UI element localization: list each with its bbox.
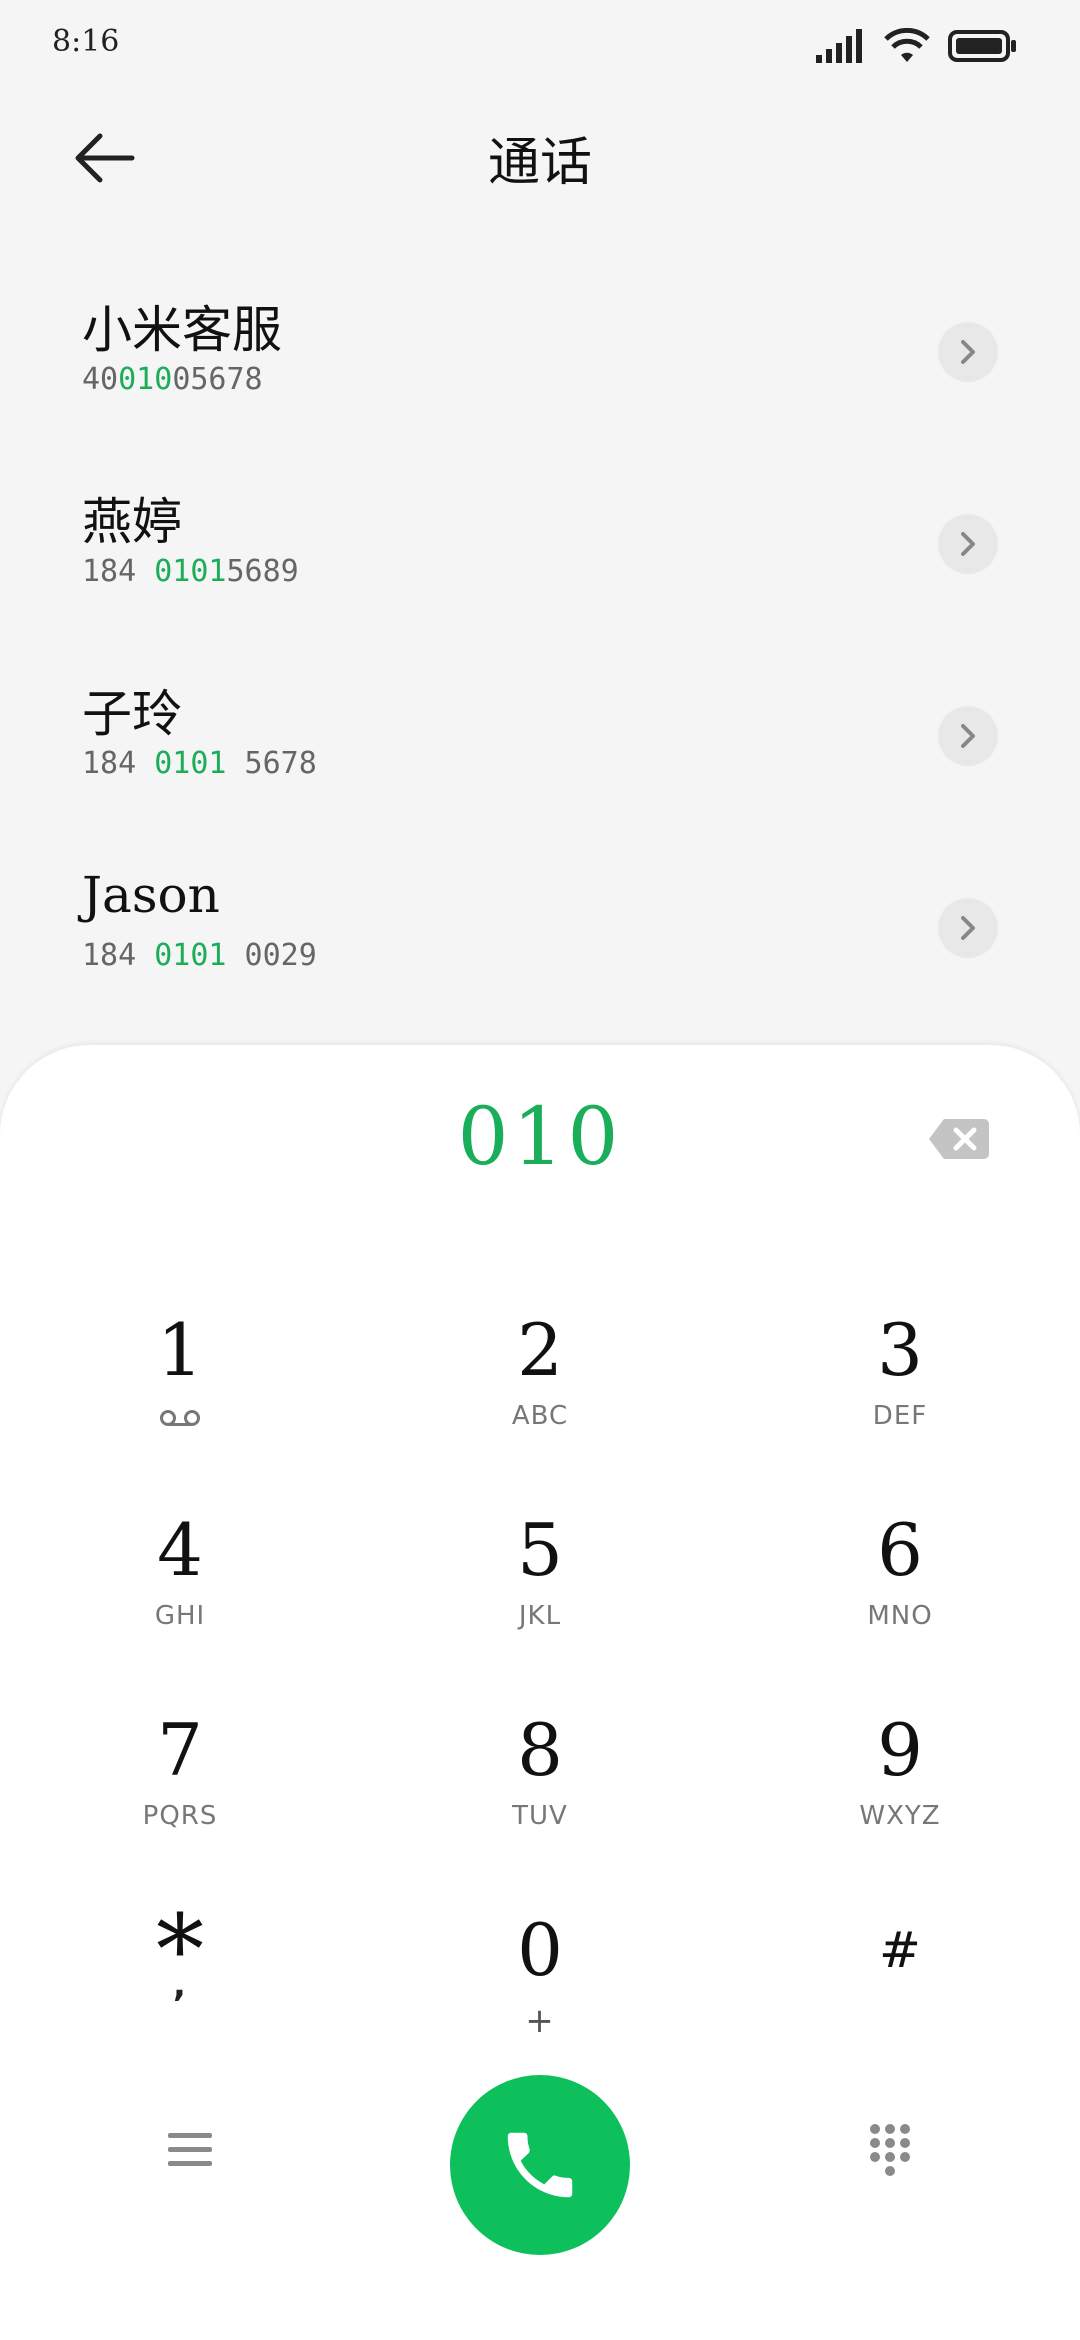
contact-detail-button[interactable] <box>938 322 998 382</box>
key-5[interactable]: 5 JKL <box>360 1485 720 1685</box>
key-digit: 6 <box>877 1508 923 1592</box>
key-digit: 0 <box>517 1908 563 1992</box>
key-letters: MNO <box>867 1601 933 1631</box>
contact-detail-button[interactable] <box>938 898 998 958</box>
key-letters: + <box>525 2001 555 2041</box>
key-7[interactable]: 7 PQRS <box>0 1685 360 1885</box>
number-part: 184 <box>82 554 155 589</box>
number-part: 184 <box>82 938 155 973</box>
menu-button[interactable] <box>160 2120 220 2180</box>
key-9[interactable]: 9 WXYZ <box>720 1685 1080 1885</box>
key-8[interactable]: 8 TUV <box>360 1685 720 1885</box>
key-hash[interactable]: # <box>720 1885 1080 2085</box>
key-6[interactable]: 6 MNO <box>720 1485 1080 1685</box>
key-digit: 5 <box>517 1508 563 1592</box>
keypad: 1 2 ABC 3 DEF 4 GHI 5 JKL 6 MNO 7 PQRS 8… <box>0 1285 1080 2085</box>
contact-item[interactable]: Jason 184 0101 0029 <box>0 838 1080 1030</box>
key-4[interactable]: 4 GHI <box>0 1485 360 1685</box>
menu-icon <box>168 2133 212 2166</box>
chevron-right-icon <box>961 724 975 748</box>
chevron-right-icon <box>961 340 975 364</box>
status-bar: 8:16 <box>0 0 1080 90</box>
number-part: 184 <box>82 746 155 781</box>
key-star[interactable]: * , <box>0 1885 360 2085</box>
voicemail-icon <box>160 1410 200 1426</box>
number-match: 0101 <box>154 746 227 781</box>
header: 通话 <box>0 100 1080 210</box>
signal-icon <box>816 29 862 63</box>
number-match: 010 <box>118 362 173 397</box>
backspace-button[interactable] <box>928 1117 990 1161</box>
contact-item[interactable]: 子玲 184 0101 5678 <box>0 646 1080 838</box>
contact-number: 4001005678 <box>82 362 263 397</box>
key-letters: PQRS <box>142 1801 218 1831</box>
number-part: 40 <box>82 362 119 397</box>
contact-item[interactable]: 小米客服 4001005678 <box>0 262 1080 454</box>
status-time: 8:16 <box>52 24 120 59</box>
key-letters: JKL <box>518 1601 562 1631</box>
number-part: 05678 <box>172 362 263 397</box>
contact-number: 184 01015689 <box>82 554 299 589</box>
key-letters: WXYZ <box>859 1801 941 1831</box>
contact-number: 184 0101 0029 <box>82 938 317 973</box>
key-letters: TUV <box>512 1801 568 1831</box>
key-digit: 4 <box>157 1508 203 1592</box>
contact-detail-button[interactable] <box>938 706 998 766</box>
contact-name: 燕婷 <box>82 493 182 551</box>
key-letters: DEF <box>872 1401 928 1431</box>
key-3[interactable]: 3 DEF <box>720 1285 1080 1485</box>
number-part: 0029 <box>226 938 317 973</box>
dial-input[interactable]: 010 <box>0 1090 1080 1183</box>
phone-icon <box>507 2132 573 2198</box>
number-match: 0101 <box>154 554 227 589</box>
wifi-icon <box>884 28 930 62</box>
keypad-toggle-button[interactable] <box>860 2115 920 2185</box>
number-match: 0101 <box>154 938 227 973</box>
number-part: 5678 <box>226 746 317 781</box>
key-digit: 2 <box>517 1308 563 1392</box>
key-digit: 7 <box>157 1708 203 1792</box>
key-letters: ABC <box>511 1401 569 1431</box>
number-part: 5689 <box>226 554 299 589</box>
contact-number: 184 0101 5678 <box>82 746 317 781</box>
key-digit: # <box>879 1921 921 1979</box>
key-digit: 8 <box>517 1708 563 1792</box>
page-title: 通话 <box>487 133 592 193</box>
key-1[interactable]: 1 <box>0 1285 360 1485</box>
call-button[interactable] <box>450 2075 630 2255</box>
contact-name: 小米客服 <box>82 301 282 359</box>
contact-detail-button[interactable] <box>938 514 998 574</box>
dialpad-icon <box>870 2124 910 2176</box>
chevron-right-icon <box>961 916 975 940</box>
battery-icon <box>948 30 1016 62</box>
key-0[interactable]: 0 + <box>360 1885 720 2085</box>
chevron-right-icon <box>961 532 975 556</box>
backspace-icon <box>929 1119 989 1159</box>
contact-name: 子玲 <box>82 685 182 743</box>
contact-item[interactable]: 燕婷 184 01015689 <box>0 454 1080 646</box>
dialer-bottom-bar <box>0 2060 1080 2255</box>
key-digit: 1 <box>157 1308 203 1392</box>
key-letters: , <box>173 1965 187 2005</box>
key-digit: 3 <box>877 1308 923 1392</box>
key-letters: GHI <box>154 1601 206 1631</box>
contact-list: 小米客服 4001005678 燕婷 184 01015689 子玲 184 0… <box>0 262 1080 1030</box>
contact-name: Jason <box>82 866 220 924</box>
key-digit: 9 <box>877 1708 923 1792</box>
key-2[interactable]: 2 ABC <box>360 1285 720 1485</box>
dialpad-panel: 010 1 2 ABC 3 DEF 4 GHI 5 JKL 6 MNO 7 PQ… <box>0 1045 1080 2340</box>
